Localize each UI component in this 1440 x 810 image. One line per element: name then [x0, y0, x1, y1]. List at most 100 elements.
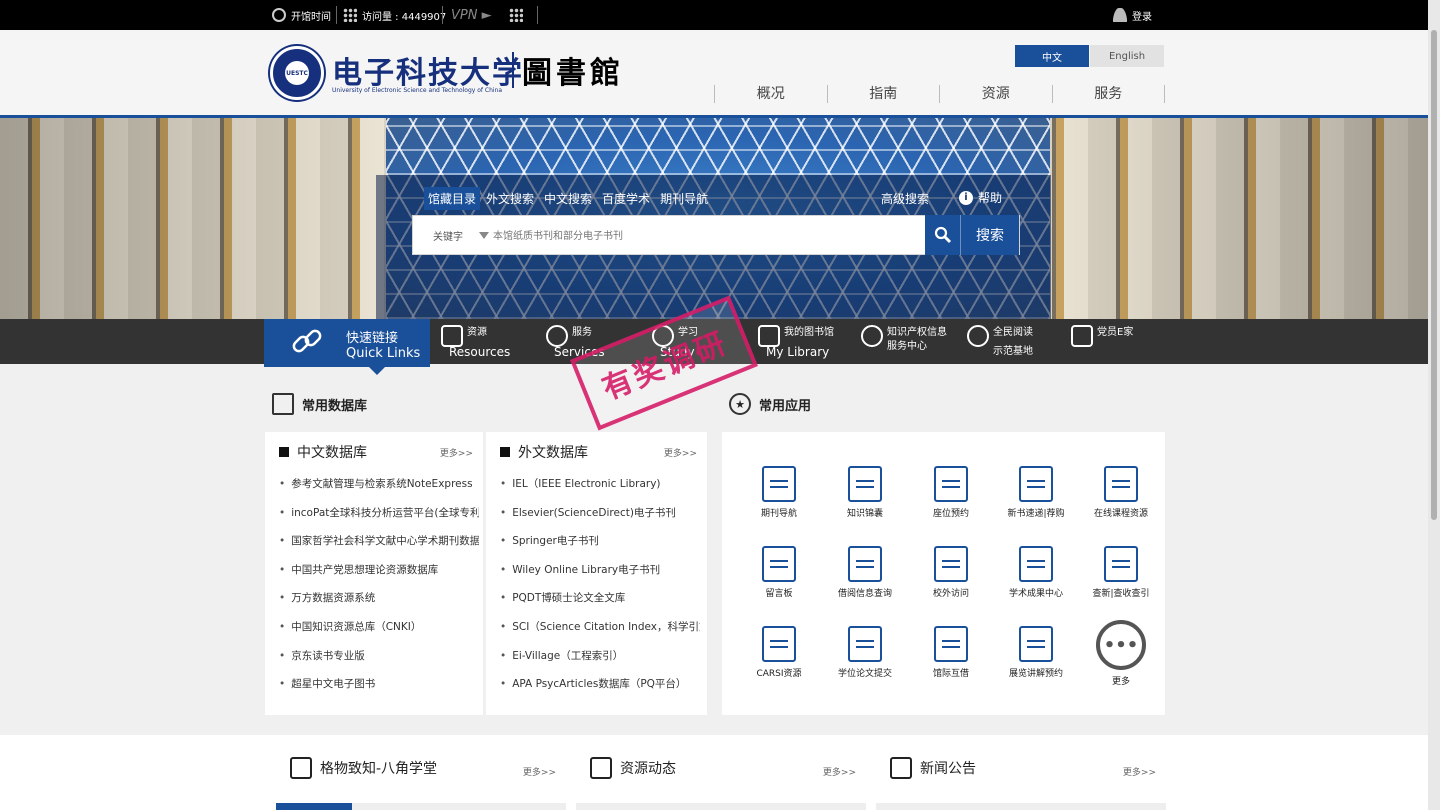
- list-item[interactable]: 万方数据资源系统: [279, 590, 479, 619]
- app-research-center[interactable]: 学术成果中心: [993, 546, 1079, 599]
- tab-foreign-search[interactable]: 外文搜索: [482, 187, 538, 210]
- nav-overview[interactable]: 概况: [715, 85, 828, 103]
- university-name: 电子科技大学: [332, 56, 524, 91]
- search-input[interactable]: [493, 224, 913, 248]
- list-item[interactable]: 超星中文电子图书: [279, 676, 479, 705]
- list-item[interactable]: 参考文献管理与检索系统NoteExpress: [279, 476, 479, 505]
- list-item[interactable]: IEL（IEEE Electronic Library): [500, 476, 700, 505]
- list-item[interactable]: 国家哲学社会科学文献中心学术期刊数据: [279, 533, 479, 562]
- app-seat-booking[interactable]: 座位预约: [908, 466, 994, 519]
- list-item[interactable]: Elsevier(ScienceDirect)电子书刊: [500, 505, 700, 534]
- quick-link-label: 资源: [467, 327, 487, 338]
- app-carsi[interactable]: CARSI资源: [736, 626, 822, 679]
- nav-services[interactable]: 服务: [1053, 85, 1165, 103]
- news-tab-indicator: [876, 803, 1166, 810]
- quick-link-label: 党员E家: [1097, 327, 1134, 338]
- university-seal-icon: UESTC: [270, 46, 324, 100]
- journal-icon: [762, 466, 796, 502]
- list-item[interactable]: SCI（Science Citation Index，科学引文: [500, 619, 700, 648]
- app-more[interactable]: ••• 更多: [1078, 620, 1164, 687]
- info-icon: i: [959, 190, 973, 205]
- app-label: 期刊导航: [760, 509, 797, 519]
- help-link[interactable]: i 帮助: [959, 189, 1002, 206]
- app-journal-nav[interactable]: 期刊导航: [736, 466, 822, 519]
- quick-link-label: 全民阅读: [993, 327, 1033, 338]
- scrollbar-thumb[interactable]: [1431, 30, 1437, 520]
- app-label: 座位预约: [932, 509, 969, 519]
- pointer-arrow: [369, 367, 385, 375]
- quick-links-header[interactable]: 快速链接 Quick Links: [264, 319, 430, 375]
- list-item[interactable]: Wiley Online Library电子书刊: [500, 562, 700, 591]
- chinese-databases-panel: 中文数据库 更多>> 参考文献管理与检索系统NoteExpress incoPa…: [265, 432, 483, 715]
- tab-catalog[interactable]: 馆藏目录: [424, 187, 481, 210]
- edit-icon: [848, 546, 882, 582]
- chinese-db-more-link[interactable]: 更多>>: [440, 446, 473, 459]
- open-hours-link[interactable]: 开馆时间: [272, 0, 331, 30]
- nav-guide[interactable]: 指南: [828, 85, 940, 103]
- app-label: 知识锦囊: [846, 509, 883, 519]
- grid-icon: [509, 8, 523, 22]
- list-item[interactable]: 中国知识资源总库（CNKI）: [279, 619, 479, 648]
- search-field-select[interactable]: 关键字: [433, 228, 463, 243]
- exchange-icon: [934, 626, 968, 662]
- resources-tab-indicator: [576, 803, 866, 810]
- quick-link-sublabel: Resources: [449, 345, 511, 359]
- vpn-label: VPN ►: [451, 7, 492, 23]
- vertical-scrollbar[interactable]: [1428, 0, 1440, 810]
- list-item[interactable]: Springer电子书刊: [500, 533, 700, 562]
- app-label: 学术成果中心: [1008, 589, 1063, 599]
- login-link[interactable]: 登录: [1113, 0, 1152, 30]
- apps-menu-button[interactable]: [509, 0, 523, 30]
- lang-english-button[interactable]: English: [1090, 45, 1164, 67]
- nav-resources[interactable]: 资源: [940, 85, 1053, 103]
- chevron-down-icon[interactable]: [479, 232, 489, 239]
- tab-journal-nav[interactable]: 期刊导航: [656, 187, 712, 210]
- app-message-board[interactable]: 留言板: [736, 546, 822, 599]
- divider: [442, 6, 443, 24]
- foreign-db-more-link[interactable]: 更多>>: [664, 446, 697, 459]
- building-icon: [1019, 626, 1053, 662]
- list-item[interactable]: PQDT博硕士论文全文库: [500, 590, 700, 619]
- search-button[interactable]: 搜索: [925, 215, 1019, 255]
- reading-icon: [967, 325, 989, 347]
- lang-chinese-button[interactable]: 中文: [1015, 45, 1089, 67]
- tab-baidu-scholar[interactable]: 百度学术: [598, 187, 654, 210]
- app-off-campus[interactable]: 校外访问: [908, 546, 994, 599]
- advanced-search-link[interactable]: 高级搜索: [881, 190, 929, 207]
- app-novelty-search[interactable]: 查新|查收查引: [1078, 546, 1164, 599]
- divider: [336, 6, 337, 24]
- list-item[interactable]: APA PsycArticles数据库（PQ平台）: [500, 676, 700, 705]
- quick-link-sublabel: 示范基地: [993, 346, 1033, 357]
- app-label: CARSI资源: [756, 669, 802, 679]
- book-icon: [1071, 325, 1093, 347]
- lecture-more-link[interactable]: 更多>>: [523, 765, 556, 778]
- list-item[interactable]: incoPat全球科技分析运营平台(全球专利: [279, 505, 479, 534]
- tab-chinese-search[interactable]: 中文搜索: [540, 187, 596, 210]
- news-more-link[interactable]: 更多>>: [1123, 765, 1156, 778]
- app-interlibrary-loan[interactable]: 馆际互借: [908, 626, 994, 679]
- resources-title: 资源动态: [620, 761, 676, 777]
- app-thesis-submit[interactable]: 学位论文提交: [822, 626, 908, 679]
- app-knowledge-kit[interactable]: 知识锦囊: [822, 466, 908, 519]
- app-label: 学位论文提交: [837, 669, 892, 679]
- app-label: 新书速递|荐购: [1007, 509, 1065, 519]
- quick-link-label: 知识产权信息: [887, 327, 947, 338]
- app-label: 留言板: [765, 589, 793, 599]
- app-exhibition-booking[interactable]: 展览讲解预约: [993, 626, 1079, 679]
- vpn-icon: [934, 546, 968, 582]
- app-new-books[interactable]: 新书速递|荐购: [993, 466, 1079, 519]
- library-logo[interactable]: UESTC 电子科技大学 University of Electronic Sc…: [270, 46, 630, 102]
- list-item[interactable]: 京东读书专业版: [279, 648, 479, 677]
- desk-icon: [934, 466, 968, 502]
- app-label: 在线课程资源: [1093, 509, 1148, 519]
- app-borrow-query[interactable]: 借阅信息查询: [822, 546, 908, 599]
- resources-more-link[interactable]: 更多>>: [823, 765, 856, 778]
- list-item[interactable]: 中国共产党思想理论资源数据库: [279, 562, 479, 591]
- app-online-courses[interactable]: 在线课程资源: [1078, 466, 1164, 519]
- document-chart-icon: [762, 626, 796, 662]
- list-item[interactable]: Ei-Village（工程索引）: [500, 648, 700, 677]
- vpn-link[interactable]: VPN ►: [451, 0, 492, 30]
- ip-icon: [861, 325, 883, 347]
- search-tabs: 馆藏目录 外文搜索 中文搜索 百度学术 期刊导航: [424, 187, 712, 210]
- link-icon: [292, 329, 322, 353]
